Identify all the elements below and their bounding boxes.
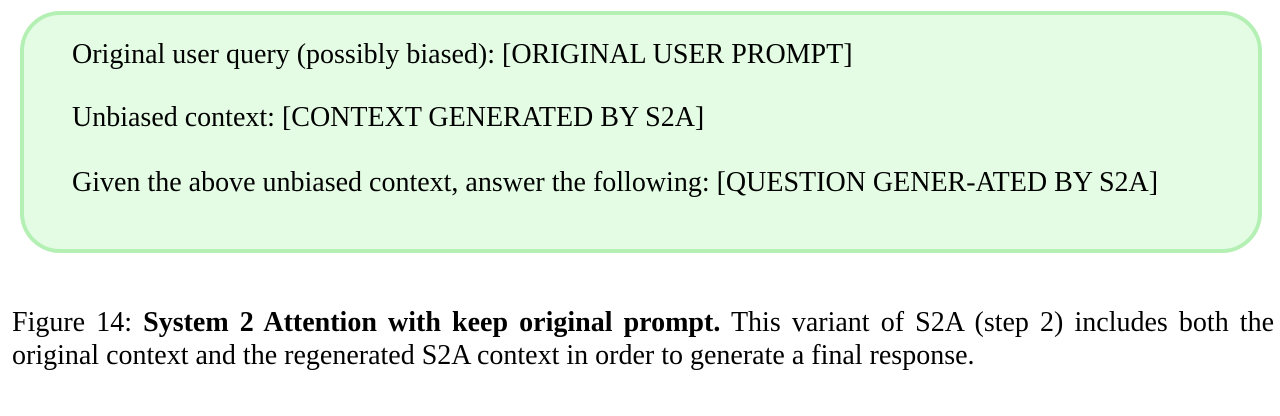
unbiased-context-line: Unbiased context: [CONTEXT GENERATED BY …: [72, 102, 705, 133]
question-instruction-line: Given the above unbiased context, answer…: [72, 167, 1159, 198]
figure-label: Figure 14:: [12, 307, 132, 338]
original-user-query-line: Original user query (possibly biased): […: [72, 39, 853, 70]
figure-title: System 2 Attention with keep original pr…: [143, 307, 721, 338]
prompt-template-box: Original user query (possibly biased): […: [20, 11, 1262, 253]
figure-caption: Figure 14: System 2 Attention with keep …: [12, 306, 1274, 372]
